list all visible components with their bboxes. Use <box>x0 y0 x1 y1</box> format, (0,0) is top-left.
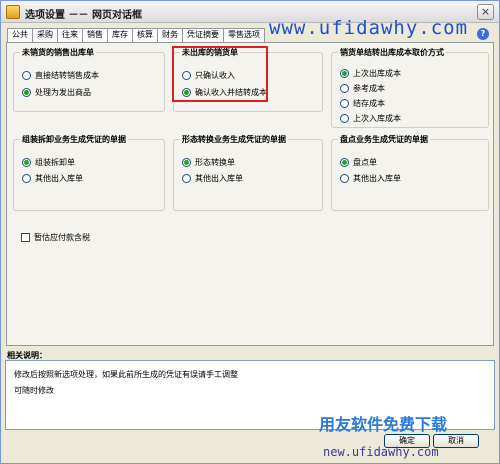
option-label: 盘点单 <box>353 157 377 167</box>
radio-transform-doc[interactable]: 形态转换单 <box>182 156 235 168</box>
tab-bar: 公共 采购 往来 销售 库存 核算 财务 凭证摘要 零售选项 <box>7 28 265 43</box>
option-label: 处理为发出商品 <box>35 87 91 97</box>
tab-costing[interactable]: 核算 <box>132 28 158 42</box>
option-label: 上次入库成本 <box>353 113 401 123</box>
radio-icon[interactable] <box>340 173 349 183</box>
group-assembly: 组装拆卸业务生成凭证的单据 组装拆卸单 其他出入库单 <box>13 134 165 211</box>
radio-icon[interactable] <box>22 70 31 80</box>
option-label: 其他出入库单 <box>353 173 401 183</box>
checkbox-icon[interactable] <box>21 232 30 242</box>
tab-sales[interactable]: 销售 <box>82 28 108 42</box>
description-line: 可随时修改 <box>14 386 54 395</box>
group-cost-method: 销货单结转出库成本取价方式 上次出库成本 参考成本 结存成本 上次入库成本 <box>331 47 489 128</box>
tab-general[interactable]: 公共 <box>7 28 33 42</box>
option-label: 上次出库成本 <box>353 68 401 78</box>
radio-icon[interactable] <box>22 173 31 183</box>
option-label: 结存成本 <box>353 98 385 108</box>
radio-icon[interactable] <box>340 113 349 123</box>
tab-retail[interactable]: 零售选项 <box>223 28 265 42</box>
checkbox-estimated-payable-tax[interactable]: 暂估应付款含税 <box>21 231 90 243</box>
checkbox-label: 暂估应付款含税 <box>34 232 90 242</box>
option-label: 形态转换单 <box>195 157 235 167</box>
watermark-text-bottom: 用友软件免费下载 <box>319 415 448 434</box>
radio-count-doc[interactable]: 盘点单 <box>340 156 377 168</box>
highlight-annotation <box>172 46 268 102</box>
tab-finance[interactable]: 财务 <box>157 28 183 42</box>
radio-last-in-cost[interactable]: 上次入库成本 <box>340 112 401 124</box>
radio-icon[interactable] <box>22 157 31 167</box>
radio-reference-cost[interactable]: 参考成本 <box>340 82 385 94</box>
group-title: 未销货的销售出库单 <box>20 47 96 58</box>
radio-other-io-doc-1[interactable]: 其他出入库单 <box>22 172 83 184</box>
watermark-url-top: www.ufidawhy.com <box>269 17 469 39</box>
radio-icon[interactable] <box>22 87 31 97</box>
radio-icon[interactable] <box>182 157 191 167</box>
radio-balance-cost[interactable]: 结存成本 <box>340 97 385 109</box>
radio-icon[interactable] <box>182 173 191 183</box>
tab-purchase[interactable]: 采购 <box>32 28 58 42</box>
group-title: 销货单结转出库成本取价方式 <box>338 47 446 58</box>
option-label: 直接结转销售成本 <box>35 70 99 80</box>
group-inventory-count: 盘点业务生成凭证的单据 盘点单 其他出入库单 <box>331 134 489 211</box>
help-icon[interactable]: ? <box>477 28 489 40</box>
option-label: 其他出入库单 <box>195 173 243 183</box>
radio-icon[interactable] <box>340 157 349 167</box>
group-title: 组装拆卸业务生成凭证的单据 <box>20 134 128 145</box>
dialog-icon <box>6 5 20 19</box>
radio-other-io-doc-2[interactable]: 其他出入库单 <box>182 172 243 184</box>
cancel-button[interactable]: 取消 <box>433 434 479 448</box>
group-transform: 形态转换业务生成凭证的单据 形态转换单 其他出入库单 <box>173 134 323 211</box>
radio-last-out-cost[interactable]: 上次出库成本 <box>340 67 401 79</box>
radio-goods-shipped[interactable]: 处理为发出商品 <box>22 86 91 98</box>
tab-inventory[interactable]: 库存 <box>107 28 133 42</box>
option-label: 参考成本 <box>353 83 385 93</box>
description-line: 修改后按照新选项处理，如果此前所生成的凭证有误请手工调整 <box>14 370 238 379</box>
radio-icon[interactable] <box>340 68 349 78</box>
group-unsold-shipment: 未销货的销售出库单 直接结转销售成本 处理为发出商品 <box>13 47 165 112</box>
radio-assembly-doc[interactable]: 组装拆卸单 <box>22 156 75 168</box>
option-label: 组装拆卸单 <box>35 157 75 167</box>
close-button[interactable]: × <box>477 4 494 20</box>
tab-voucher-summary[interactable]: 凭证摘要 <box>182 28 224 43</box>
radio-other-io-doc-3[interactable]: 其他出入库单 <box>340 172 401 184</box>
radio-icon[interactable] <box>340 98 349 108</box>
dialog-title: 选项设置 －－ 网页对话框 <box>25 10 142 21</box>
radio-icon[interactable] <box>340 83 349 93</box>
group-title: 形态转换业务生成凭证的单据 <box>180 134 288 145</box>
option-label: 其他出入库单 <box>35 173 83 183</box>
radio-direct-cost[interactable]: 直接结转销售成本 <box>22 69 99 81</box>
options-dialog: 选项设置 －－ 网页对话框 × www.ufidawhy.com 公共 采购 往… <box>0 0 500 464</box>
watermark-url-bottom: new.ufidawhy.com <box>323 445 439 459</box>
tab-accounts[interactable]: 往来 <box>57 28 83 42</box>
group-title: 盘点业务生成凭证的单据 <box>338 134 430 145</box>
